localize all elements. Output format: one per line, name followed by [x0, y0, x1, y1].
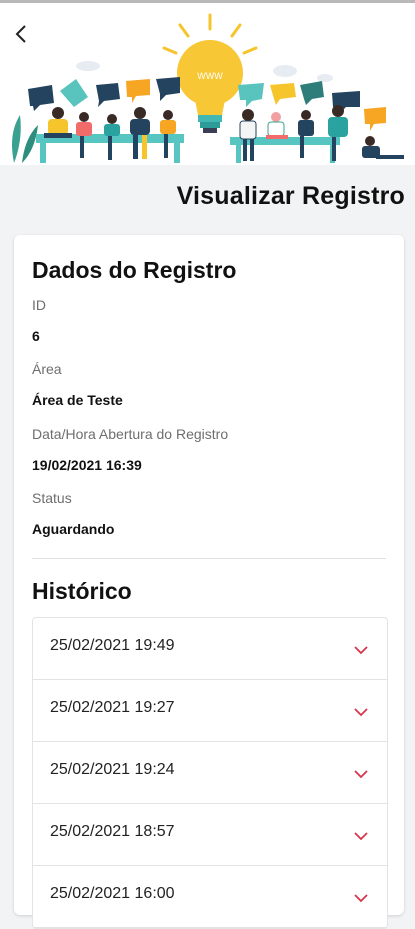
chevron-left-icon	[15, 25, 26, 43]
history-item-datetime: 25/02/2021 19:49	[50, 637, 175, 654]
history-item[interactable]: 25/02/2021 19:27	[33, 680, 387, 742]
chevron-down-icon	[354, 646, 368, 655]
bulb-sign-text: WWW	[197, 71, 223, 81]
chevron-down-icon	[354, 832, 368, 841]
page-title: Visualizar Registro	[176, 182, 405, 210]
area-label: Área	[32, 361, 62, 377]
record-section-title: Dados do Registro	[32, 257, 237, 283]
opening-datetime-label: Data/Hora Abertura do Registro	[32, 426, 229, 442]
chevron-down-icon	[354, 894, 368, 903]
area-value: Área de Teste	[32, 392, 123, 408]
history-item-datetime: 25/02/2021 19:24	[50, 761, 175, 778]
id-value: 6	[32, 328, 40, 344]
id-label: ID	[32, 297, 46, 313]
chevron-down-icon	[354, 770, 368, 779]
status-label: Status	[32, 490, 72, 506]
status-value: Aguardando	[32, 521, 115, 537]
history-section-title: Histórico	[32, 578, 132, 604]
history-item[interactable]: 25/02/2021 18:57	[33, 804, 387, 866]
opening-datetime-value: 19/02/2021 16:39	[32, 457, 142, 473]
record-card: Dados do Registro ID 6 Área Área de Test…	[14, 235, 404, 929]
history-item-datetime: 25/02/2021 19:27	[50, 699, 175, 716]
chevron-down-icon	[354, 708, 368, 717]
header-illustration-area: WWW	[0, 3, 415, 165]
back-button[interactable]	[8, 21, 34, 47]
history-item-datetime: 25/02/2021 18:57	[50, 823, 175, 840]
history-list: 25/02/2021 19:49 25/02/2021 19:27 25/02/…	[32, 617, 388, 929]
history-item[interactable]: 25/02/2021 19:49	[33, 618, 387, 680]
history-item-datetime: 25/02/2021 16:00	[50, 885, 175, 902]
history-item[interactable]: 25/02/2021 19:24	[33, 742, 387, 804]
people-discussion-illustration: WWW	[12, 13, 404, 163]
history-item[interactable]: 25/02/2021 16:00	[33, 866, 387, 928]
section-divider	[32, 558, 386, 559]
